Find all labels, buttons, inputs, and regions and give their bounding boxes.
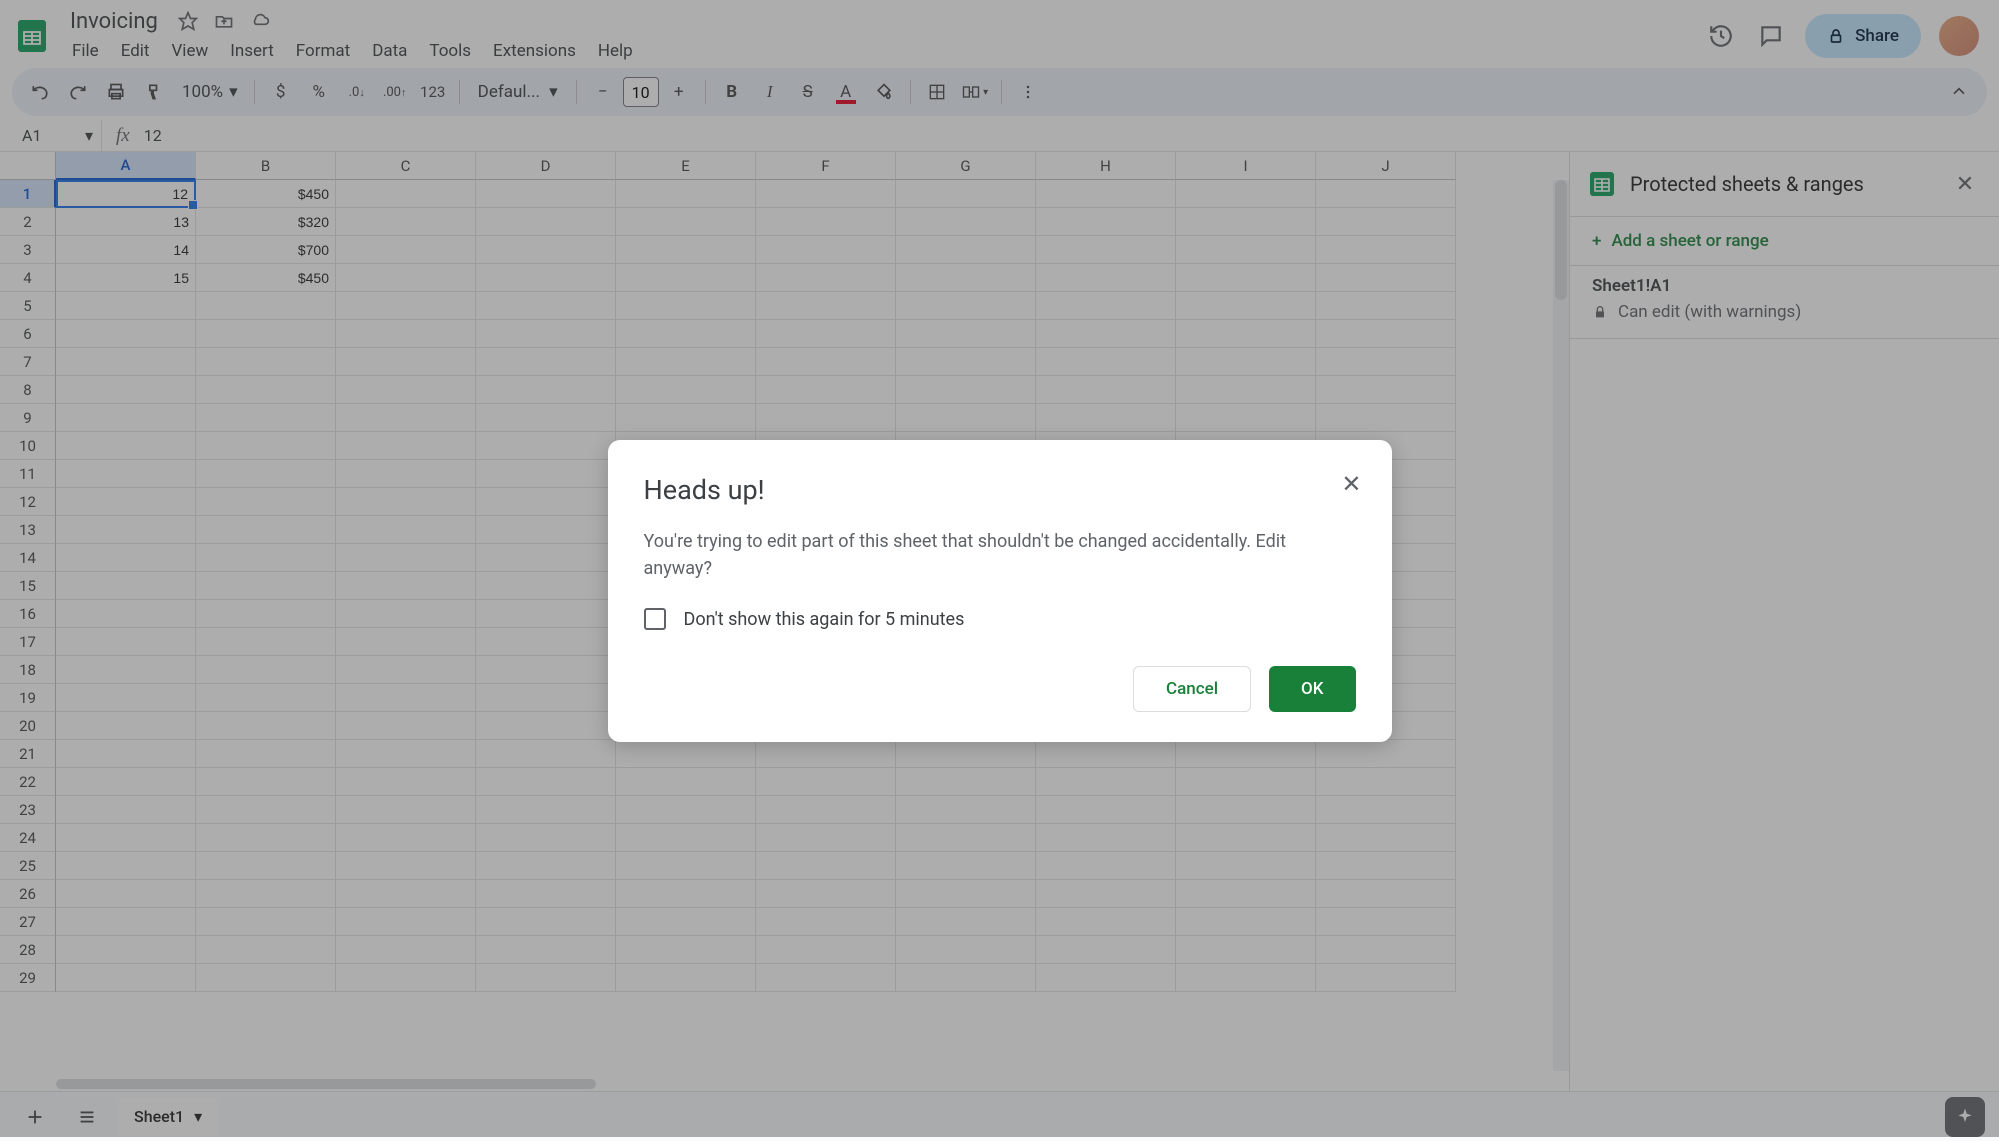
heads-up-dialog: Heads up! ✕ You're trying to edit part o…	[608, 440, 1392, 742]
dialog-title: Heads up!	[644, 474, 1356, 506]
checkbox-label: Don't show this again for 5 minutes	[684, 609, 965, 630]
ok-button[interactable]: OK	[1269, 666, 1355, 712]
dialog-body: You're trying to edit part of this sheet…	[644, 528, 1356, 582]
close-icon[interactable]: ✕	[1341, 470, 1361, 498]
dont-show-checkbox[interactable]	[644, 608, 666, 630]
cancel-button[interactable]: Cancel	[1133, 666, 1251, 712]
